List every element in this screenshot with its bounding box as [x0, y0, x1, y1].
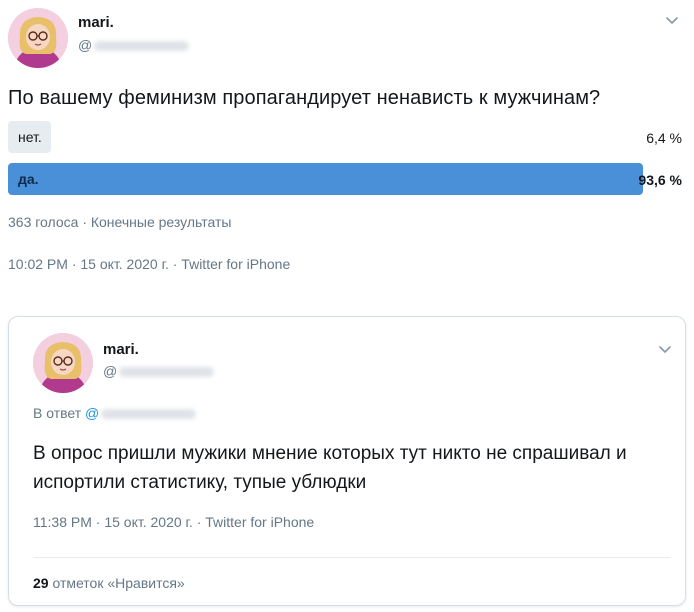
- likes-label: отметок «Нравится»: [52, 575, 185, 591]
- poll-votes-summary: 363 голоса · Конечные результаты: [8, 214, 232, 230]
- author-name[interactable]: mari.: [78, 14, 114, 31]
- likes-count[interactable]: 29 отметок «Нравится»: [33, 575, 185, 591]
- reply-timestamp[interactable]: 11:38 PM · 15 окт. 2020 г. · Twitter for…: [33, 514, 314, 530]
- likes-number: 29: [33, 575, 49, 591]
- poll-bar: [8, 163, 643, 195]
- blurred-handle: [101, 409, 197, 420]
- poll-question: По вашему феминизм пропагандирует ненави…: [8, 87, 601, 109]
- blurred-handle: [119, 367, 215, 378]
- poll-option-label: нет.: [18, 129, 42, 145]
- author-handle[interactable]: @: [103, 363, 215, 379]
- reply-text: В опрос пришли мужики мнение которых тут…: [33, 443, 627, 493]
- handle-prefix: @: [103, 363, 118, 379]
- reply-to-prefix: @: [85, 405, 100, 421]
- poll-option-no: нет. 6,4 %: [8, 121, 686, 153]
- author-handle[interactable]: @: [78, 37, 190, 53]
- blurred-handle: [94, 41, 190, 52]
- author-name[interactable]: mari.: [103, 341, 139, 358]
- avatar[interactable]: [33, 333, 93, 393]
- chevron-down-icon[interactable]: [657, 341, 673, 357]
- poll-option-yes: да. 93,6 %: [8, 163, 686, 195]
- reply-to-handle[interactable]: @: [85, 405, 197, 421]
- poll-option-label: да.: [18, 171, 39, 187]
- reply-to-label: В ответ: [33, 405, 82, 421]
- poll-tweet: mari. @ По вашему феминизм пропагандируе…: [0, 0, 694, 300]
- tweet-timestamp[interactable]: 10:02 PM · 15 окт. 2020 г. · Twitter for…: [8, 256, 290, 272]
- divider: [33, 557, 671, 558]
- handle-prefix: @: [78, 37, 93, 53]
- chevron-down-icon[interactable]: [664, 12, 680, 28]
- poll-option-percent: 6,4 %: [646, 130, 682, 146]
- reply-tweet-card[interactable]: mari. @ В ответ @ В опрос пришли мужики …: [8, 316, 686, 606]
- reply-to-line: В ответ @: [33, 405, 197, 421]
- poll-option-percent: 93,6 %: [638, 172, 682, 188]
- avatar[interactable]: [8, 8, 68, 68]
